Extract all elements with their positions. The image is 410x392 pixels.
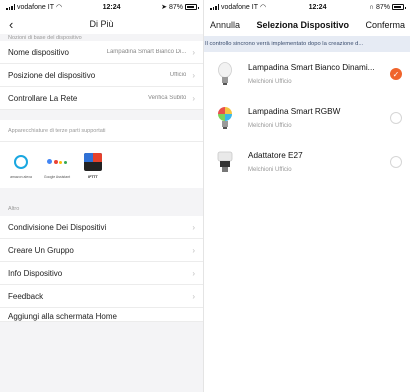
- rgbw-bulb-icon: [214, 105, 236, 131]
- checkbox-checked-icon[interactable]: ✓: [390, 68, 402, 80]
- row-label: Condivisione Dei Dispositivi: [8, 222, 107, 232]
- device-name: Lampadina Smart Bianco Dinami...: [248, 63, 375, 72]
- third-party-caption: IFTTT: [88, 174, 98, 179]
- row-check-network[interactable]: Controllare La Rete Verifica Subito ›: [0, 87, 203, 110]
- location-icon: ➤: [161, 4, 167, 11]
- row-value: Ufficio: [169, 72, 187, 78]
- battery-icon: [185, 4, 199, 10]
- row-value: Verifica Subito: [147, 95, 187, 101]
- row-label: Nome dispositivo: [8, 47, 69, 57]
- row-label: Posizione del dispositivo: [8, 70, 96, 80]
- battery-icon: [392, 4, 406, 10]
- status-bar: vodafone IT ◠ 12:24 ➤ 87%: [0, 0, 203, 14]
- battery-group: ➤ 87%: [161, 3, 199, 11]
- signal-icon: [210, 4, 219, 10]
- clock: 12:24: [102, 3, 121, 11]
- row-label: Controllare La Rete: [8, 93, 78, 103]
- third-party-caption: amazon alexa: [10, 174, 32, 179]
- row-create-group[interactable]: Creare Un Gruppo ›: [0, 239, 203, 262]
- chevron-right-icon: ›: [192, 291, 195, 301]
- clock: 12:24: [308, 3, 327, 11]
- carrier-name: vodafone IT: [17, 3, 54, 11]
- radio-unchecked-icon[interactable]: [390, 112, 402, 124]
- row-value: Lampadina Smart Bianco Di...: [106, 49, 187, 55]
- e27-adapter-icon: [214, 149, 236, 175]
- radio-unchecked-icon[interactable]: [390, 156, 402, 168]
- sync-notice-banner: Il controllo sincrono verrà implementato…: [204, 36, 410, 52]
- battery-percent: 87%: [375, 3, 390, 11]
- device-item-rgbw-bulb[interactable]: Lampadina Smart RGBW Melchioni Ufficio: [204, 96, 410, 140]
- device-name: Lampadina Smart RGBW: [248, 107, 341, 116]
- nav-bar: Annulla Seleziona Dispositivo Conferma: [204, 14, 410, 36]
- device-room: Melchioni Ufficio: [248, 79, 292, 85]
- battery-percent: 87%: [168, 3, 183, 11]
- confirm-button[interactable]: Conferma: [365, 20, 405, 30]
- row-feedback[interactable]: Feedback ›: [0, 285, 203, 308]
- page-title: Seleziona Dispositivo: [256, 20, 350, 30]
- alexa-icon: [14, 154, 28, 169]
- chevron-right-icon: ›: [192, 222, 195, 232]
- row-label: Info Dispositivo: [8, 268, 63, 278]
- chevron-right-icon: ›: [192, 47, 195, 57]
- select-device-screen: vodafone IT ◠ 12:24 ∩ 87% Annulla Selezi…: [204, 0, 410, 392]
- third-party-ifttt[interactable]: IFTTT: [78, 152, 108, 179]
- device-name: Adattatore E27: [248, 151, 303, 160]
- chevron-right-icon: ›: [192, 70, 195, 80]
- device-item-e27-adapter[interactable]: Adattatore E27 Melchioni Ufficio: [204, 140, 410, 184]
- row-device-name[interactable]: Nome dispositivo Lampadina Smart Bianco …: [0, 41, 203, 64]
- section-header-basic: Nozioni di base del dispositivo: [8, 34, 82, 41]
- third-party-list: amazon alexa Google Assistant IFTTT: [0, 142, 203, 188]
- nav-bar: ‹ Di Più: [0, 14, 203, 34]
- row-share-device[interactable]: Condivisione Dei Dispositivi ›: [0, 216, 203, 239]
- headphones-icon: ∩: [368, 3, 374, 11]
- status-bar: vodafone IT ◠ 12:24 ∩ 87%: [204, 0, 410, 14]
- row-label: Aggiungi alla schermata Home: [8, 312, 117, 321]
- wifi-icon: ◠: [55, 4, 63, 11]
- chevron-right-icon: ›: [192, 93, 195, 103]
- carrier-name: vodafone IT: [221, 3, 258, 11]
- third-party-alexa[interactable]: amazon alexa: [6, 152, 36, 179]
- row-label: Creare Un Gruppo: [8, 245, 74, 255]
- wifi-icon: ◠: [259, 4, 267, 11]
- section-header-other: Altro: [8, 206, 20, 212]
- battery-group: ∩ 87%: [368, 3, 406, 11]
- ifttt-icon: [84, 152, 102, 171]
- carrier-group: vodafone IT ◠: [6, 3, 62, 11]
- row-device-info[interactable]: Info Dispositivo ›: [0, 262, 203, 285]
- row-label: Feedback: [8, 291, 44, 301]
- back-icon[interactable]: ‹: [9, 17, 13, 32]
- row-add-home-screen[interactable]: Aggiungi alla schermata Home: [0, 308, 203, 322]
- third-party-google[interactable]: Google Assistant: [42, 152, 72, 179]
- device-room: Melchioni Ufficio: [248, 167, 292, 173]
- device-item-white-bulb[interactable]: Lampadina Smart Bianco Dinami... Melchio…: [204, 52, 410, 96]
- chevron-right-icon: ›: [192, 268, 195, 278]
- section-header-third-party: Apparecchiature di terze parti supportat…: [0, 120, 203, 142]
- cancel-button[interactable]: Annulla: [210, 20, 240, 30]
- row-device-location[interactable]: Posizione del dispositivo Ufficio ›: [0, 64, 203, 87]
- device-room: Melchioni Ufficio: [248, 123, 292, 129]
- google-assistant-icon: [47, 159, 67, 164]
- signal-icon: [6, 4, 15, 10]
- device-settings-screen: vodafone IT ◠ 12:24 ➤ 87% ‹ Di Più Nozio…: [0, 0, 204, 392]
- carrier-group: vodafone IT ◠: [210, 3, 266, 11]
- page-title: Di Più: [89, 19, 114, 29]
- third-party-caption: Google Assistant: [43, 174, 71, 179]
- chevron-right-icon: ›: [192, 245, 195, 255]
- white-bulb-icon: [214, 61, 236, 87]
